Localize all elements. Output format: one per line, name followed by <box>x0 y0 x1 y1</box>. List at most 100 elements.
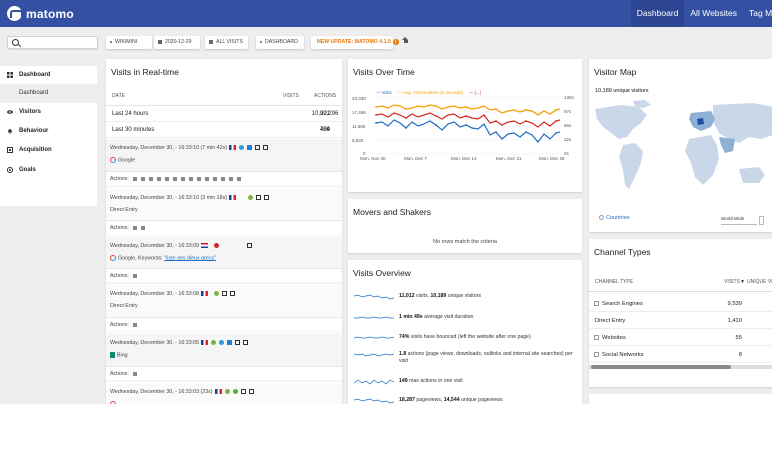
table-row[interactable]: Direct Entry 1,410 <box>589 313 772 329</box>
search-icon[interactable] <box>164 176 169 181</box>
resolution-icon <box>263 195 269 201</box>
folder-icon[interactable] <box>172 176 177 181</box>
folder-icon[interactable] <box>140 176 145 181</box>
visit-actions: Actions: <box>106 317 342 331</box>
nav-all-websites[interactable]: All Websites <box>684 0 743 27</box>
list-item[interactable]: Wednesday, December 30, - 16:33:08 Direc… <box>106 285 342 333</box>
table-row[interactable]: Search Engines 9,539 <box>589 296 772 312</box>
visit-time: Wednesday, December 30, - 16:33:03 (23s) <box>110 389 213 395</box>
sidebar-subitem-dashboard[interactable]: Dashboard <box>0 84 97 103</box>
date-selector[interactable]: 2020-12-29 <box>154 36 200 49</box>
row-actions: 784 <box>320 127 331 133</box>
nav-dashboard[interactable]: Dashboard <box>630 0 685 27</box>
table-row[interactable]: Social Networks 8 <box>589 347 772 363</box>
map-zoom-select[interactable] <box>759 216 764 225</box>
nav-tag-manager[interactable]: Tag Manager <box>743 0 772 27</box>
list-item[interactable]: Wednesday, December 30, - 16:33:10 (3 mi… <box>106 189 342 236</box>
info-icon: i <box>392 38 399 45</box>
sidebar-item-visitors[interactable]: Visitors <box>0 103 97 121</box>
visit-time-line: Wednesday, December 30, - 16:33:10 (3 mi… <box>110 195 269 201</box>
overview-text: max actions in one visit <box>407 378 463 384</box>
folder-icon[interactable] <box>132 273 137 278</box>
matomo-logo-icon <box>7 6 23 21</box>
target-icon <box>7 167 13 173</box>
search-input[interactable] <box>7 36 98 49</box>
sparkline[interactable] <box>354 314 394 322</box>
overview-text: pageviews, <box>414 397 444 403</box>
x-tick: Mon, Dec 7 <box>404 156 428 161</box>
empty-message: No rows match the criteria <box>433 239 497 245</box>
folder-icon[interactable] <box>228 176 233 181</box>
folder-icon[interactable] <box>156 176 161 181</box>
keyword-link[interactable]: "liste des dieux grecs" <box>164 255 216 261</box>
expand-icon[interactable] <box>594 300 599 306</box>
sparkline[interactable] <box>354 334 394 342</box>
x-tick: Mon, Dec 28 <box>539 156 565 161</box>
segment-selector-label: ALL VISITS <box>216 39 243 45</box>
sparkline[interactable] <box>354 378 394 386</box>
actions-label: Actions: <box>110 371 129 377</box>
channel-name: Direct Entry <box>595 318 626 324</box>
update-notice-button[interactable]: NEW UPDATE: MATOMO 4.1.0 i <box>311 36 399 49</box>
overview-value: 10,189 <box>430 293 447 299</box>
search-icon[interactable] <box>236 176 241 181</box>
widget-title: Visitor Map <box>594 67 637 77</box>
sparkline[interactable] <box>354 351 394 359</box>
list-item[interactable]: Wednesday, December 30, - 16:33:05 Bing … <box>106 334 342 382</box>
legend-item-visits[interactable]: — Visits <box>376 90 392 95</box>
folder-icon[interactable] <box>132 176 137 181</box>
folder-icon[interactable] <box>132 322 137 327</box>
list-item[interactable]: Wednesday, December 30, - 16:33:09 Googl… <box>106 237 342 284</box>
device-smartphone-icon <box>222 291 228 297</box>
flag-france-icon <box>201 291 209 297</box>
table-row[interactable]: Websites 55 <box>589 330 772 346</box>
map-caption: 10,189 unique visitors <box>595 88 649 94</box>
external-link-icon[interactable] <box>148 176 153 181</box>
visit-time: Wednesday, December 30, - 16:33:08 <box>110 291 200 297</box>
sidebar-item-behaviour[interactable]: Behaviour <box>0 122 97 140</box>
folder-icon[interactable] <box>132 225 137 230</box>
expand-icon[interactable] <box>594 334 599 340</box>
countries-link[interactable]: Countries <box>599 215 630 221</box>
sidebar-item-goals[interactable]: Goals <box>0 161 97 179</box>
legend-item-more[interactable]: — [...] <box>469 90 480 95</box>
bell-icon <box>8 129 12 134</box>
search-icon[interactable] <box>140 225 145 230</box>
sidebar-item-acquisition[interactable]: Acquisition <box>0 141 97 159</box>
overview-value: 1 min 49s <box>399 314 423 320</box>
folder-icon[interactable] <box>204 176 209 181</box>
column-unique-visitors[interactable]: UNIQUE VISITORS <box>747 272 772 292</box>
matomo-logo[interactable]: matomo <box>7 6 74 21</box>
search-icon[interactable] <box>180 176 185 181</box>
sidebar-item-dashboard[interactable]: Dashboard <box>0 66 97 84</box>
list-item[interactable]: Wednesday, December 30, - 16:33:10 (7 mi… <box>106 139 342 188</box>
folder-icon[interactable] <box>132 371 137 376</box>
expand-icon[interactable] <box>594 351 599 357</box>
os-windows-icon <box>227 340 233 346</box>
sparkline[interactable] <box>354 293 394 301</box>
world-map[interactable] <box>593 99 772 207</box>
row-actions: 20,296 <box>320 111 339 117</box>
os-android-icon <box>224 389 230 395</box>
home-icon[interactable] <box>402 37 408 44</box>
column-visits[interactable]: VISITS <box>724 272 740 292</box>
search-icon[interactable] <box>196 176 201 181</box>
search-icon[interactable] <box>188 176 193 181</box>
legend-item-duration[interactable]: — Avg. Visit Duration (in seconds) <box>398 90 463 95</box>
top-nav: Dashboard All Websites Tag Manager <box>630 0 772 27</box>
scrollbar-thumb[interactable] <box>591 365 731 369</box>
column-channel-type[interactable]: CHANNEL TYPE <box>595 272 633 292</box>
external-link-icon[interactable] <box>220 176 225 181</box>
region-select[interactable]: World-Wide <box>721 216 757 225</box>
visits-chart[interactable] <box>374 97 562 155</box>
segment-selector[interactable]: ALL VISITS <box>205 36 248 49</box>
site-selector[interactable]: WIKIMINI <box>106 36 152 49</box>
dashboard-menu-button[interactable]: DASHBOARD <box>256 36 304 49</box>
folder-icon[interactable] <box>212 176 217 181</box>
sparkline[interactable] <box>354 397 394 404</box>
horizontal-scrollbar[interactable] <box>589 365 772 369</box>
overview-text: average visit duration <box>422 314 474 320</box>
column-date: DATE <box>112 93 125 99</box>
actions-label: Actions: <box>110 225 129 231</box>
list-item[interactable]: Wednesday, December 30, - 16:33:03 (23s) <box>106 383 342 404</box>
